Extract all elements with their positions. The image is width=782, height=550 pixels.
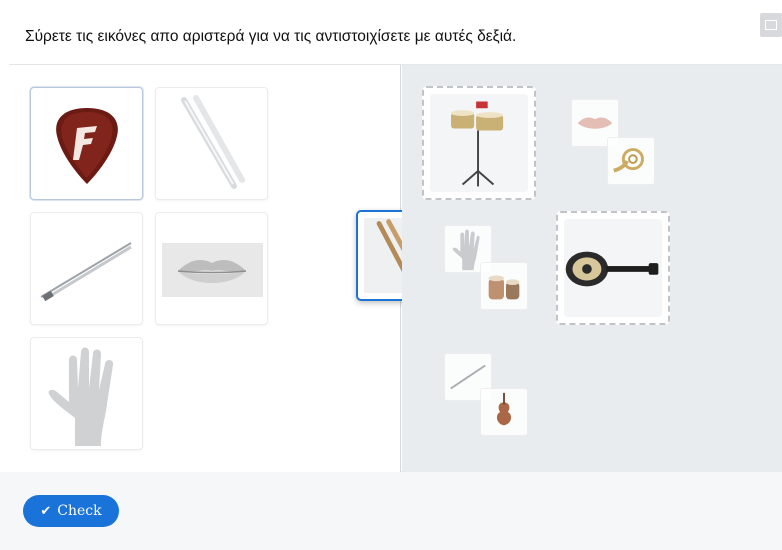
task-instruction: Σύρετε τις εικόνες απο αριστερά για να τ… [25, 28, 517, 45]
timbales-image [451, 101, 504, 187]
violin-icon [496, 392, 512, 426]
dropzone-timbales[interactable] [422, 86, 536, 200]
dropzone-bouzouki[interactable] [556, 211, 670, 325]
french-horn-icon [613, 148, 644, 173]
draggable-hand[interactable] [30, 337, 143, 450]
draggables-pane [9, 65, 447, 472]
draggable-drumsticks-white[interactable] [155, 87, 268, 200]
thumb-violin [480, 388, 528, 436]
draggable-guitar-pick[interactable] [30, 87, 143, 200]
dropzones-pane [402, 65, 782, 472]
thumb-tabla [480, 262, 528, 310]
hand-image [48, 347, 114, 446]
drag-and-drop-area [9, 64, 782, 472]
tabla-icon [488, 275, 520, 300]
thumb-french-horn [607, 137, 655, 185]
check-button-label: Check [57, 503, 102, 519]
check-button[interactable]: ✔ Check [23, 495, 119, 527]
lips-image [162, 243, 263, 297]
draggable-violin-bow[interactable] [30, 212, 143, 325]
guitar-pick-image [56, 108, 118, 184]
drumsticks-image [181, 95, 245, 189]
task-header: Σύρετε τις εικόνες απο αριστερά για να τ… [0, 0, 782, 64]
checkmark-icon: ✔ [40, 503, 52, 519]
bouzouki-image [565, 251, 659, 287]
violin-bow-image [40, 242, 132, 302]
fullscreen-icon[interactable] [760, 13, 782, 37]
draggable-lips[interactable] [155, 212, 268, 325]
